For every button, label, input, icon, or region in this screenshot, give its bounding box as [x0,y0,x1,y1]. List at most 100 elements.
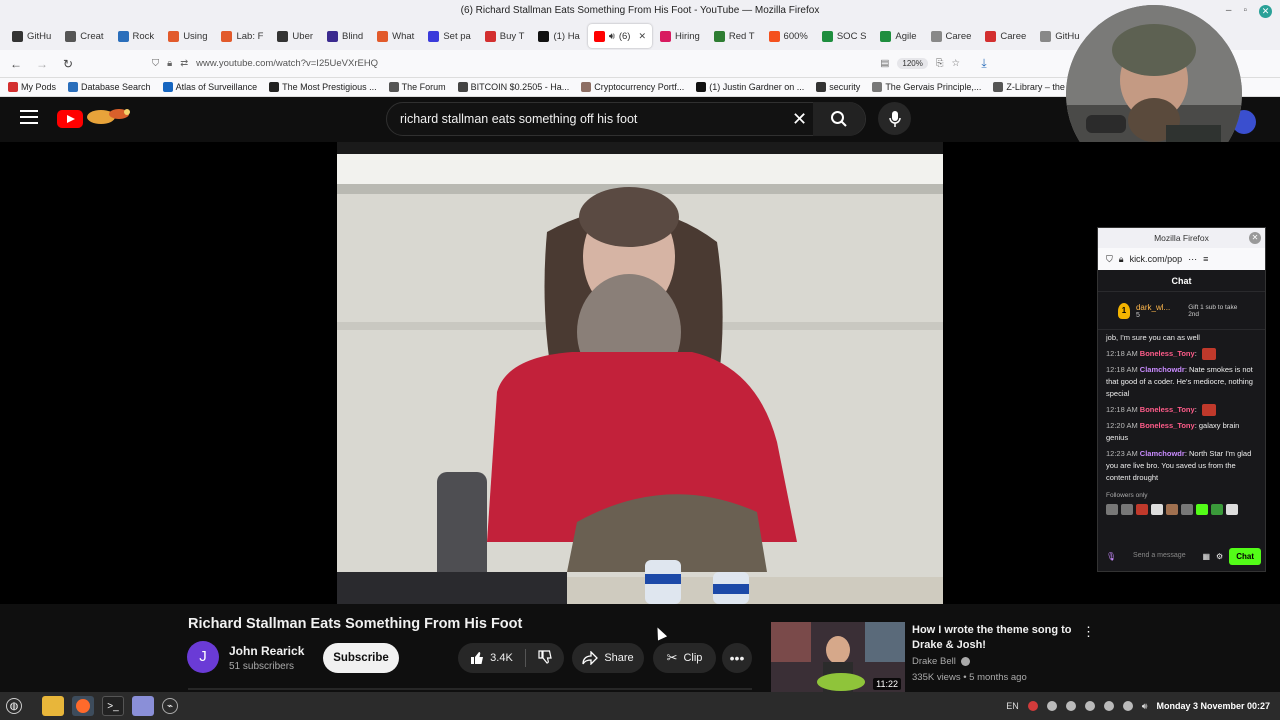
forward-icon[interactable]: → [34,57,50,71]
recommended-video-title[interactable]: How I wrote the theme song to Drake & Jo… [912,623,1082,653]
browser-tab[interactable]: Rock [112,24,161,48]
emote-icon[interactable] [1136,504,1148,516]
channel-name[interactable]: John Rearick [229,644,304,658]
reader-view-icon[interactable]: ▤ [880,58,889,69]
downloads-icon[interactable]: ⤓ [976,56,992,71]
close-button[interactable]: ✕ [1259,4,1272,18]
translate-icon[interactable]: ⎘ [936,58,944,69]
bookmark-item[interactable]: Cryptocurrency Portf... [581,82,684,92]
shield-tray-icon[interactable] [1065,701,1076,711]
share-button[interactable]: Share [572,643,644,673]
browser-tab[interactable]: GitHu [1034,24,1085,48]
gift-note[interactable]: Gift 1 sub to take 2nd [1188,304,1245,318]
bookmark-item[interactable]: Atlas of Surveillance [162,82,257,92]
terminal-icon[interactable]: >_ [102,696,124,716]
browser-tab[interactable]: 600% [763,24,814,48]
browser-tab[interactable]: Caree [925,24,978,48]
popup-close-button[interactable]: ✕ [1249,232,1261,244]
maximize-button[interactable]: ▫ [1243,0,1247,22]
message-username[interactable]: Boneless_Tony [1140,405,1195,414]
bookmark-item[interactable]: security [816,82,860,92]
tab-audio-icon[interactable]: 🔊︎ [609,31,615,42]
browser-tab[interactable]: Hiring [654,24,706,48]
message-username[interactable]: Boneless_Tony [1140,421,1195,430]
permissions-icon[interactable]: ⇄ [180,58,188,69]
emote-icon[interactable] [1121,504,1133,516]
more-icon[interactable]: ⋯ [1188,254,1197,265]
search-input[interactable]: richard stallman eats something off his … [400,112,637,126]
keyboard-layout[interactable]: EN [1006,701,1019,711]
browser-tab[interactable]: Uber [271,24,319,48]
emote-icon[interactable] [1181,504,1193,516]
close-tab-icon[interactable]: ✕ [638,31,646,42]
bookmark-item[interactable]: BITCOIN $0.2505 - Ha... [457,82,569,92]
search-button[interactable] [813,102,865,136]
subscribe-button[interactable]: Subscribe [323,643,399,673]
shield-icon[interactable]: ⛉ [1106,254,1113,265]
video-player[interactable] [0,142,1280,604]
lock-icon[interactable]: 🔒︎ [1119,254,1124,265]
gifter-name[interactable]: dark_wl... [1136,303,1170,312]
browser-tab[interactable]: (1) Ha [532,24,585,48]
bookmark-item[interactable]: My Pods [8,82,56,92]
browser-tab[interactable]: Blind [321,24,369,48]
settings-icon[interactable]: ⚙ [1216,552,1223,561]
chat-input[interactable]: Send a message [1122,552,1196,560]
shield-icon[interactable]: ⛉ [152,58,159,69]
browser-tab[interactable]: 🔊︎ (6) ✕ [587,24,653,48]
tray-app-icon[interactable] [1027,701,1038,711]
browser-tab[interactable]: Lab: F [215,24,269,48]
browser-tab[interactable]: What [371,24,420,48]
emote-icon[interactable] [1226,504,1238,516]
clip-button[interactable]: ✂ Clip [653,643,716,673]
emote-icon[interactable] [1106,504,1118,516]
bookmark-item[interactable]: Database Search [68,82,151,92]
message-username[interactable]: Clamchowdr [1140,365,1185,374]
channel-avatar[interactable]: J [187,641,219,673]
firefox-icon[interactable] [72,696,94,716]
emote-picker-icon[interactable]: 🎙︎ [1106,552,1116,561]
emote-icon[interactable] [1151,504,1163,516]
menu-icon[interactable] [20,110,38,124]
chat-send-button[interactable]: Chat [1229,547,1261,565]
zoom-level[interactable]: 120% [897,58,928,69]
bookmark-item[interactable]: The Gervais Principle,... [872,82,981,92]
tray-app-icon[interactable] [1084,701,1095,711]
browser-tab[interactable]: Agile [874,24,922,48]
url-text[interactable]: www.youtube.com/watch?v=I25UeVXrEHQ [196,58,872,69]
bookmark-item[interactable]: The Forum [388,82,446,92]
popup-url-bar[interactable]: ⛉ 🔒︎ kick.com/pop ⋯ ≡ [1098,248,1265,270]
emote-icon[interactable] [1196,504,1208,516]
bookmark-item[interactable]: The Most Prestigious ... [269,82,377,92]
message-username[interactable]: Clamchowdr [1140,449,1185,458]
file-manager-icon[interactable] [42,696,64,716]
reload-icon[interactable]: ↻ [60,57,76,71]
popup-url[interactable]: kick.com/pop [1130,254,1183,264]
app-icon[interactable]: ⌁ [162,698,178,714]
message-username[interactable]: Boneless_Tony [1140,349,1195,358]
tray-app-icon[interactable] [1046,701,1057,711]
volume-icon[interactable]: 🔊︎ [1142,701,1148,712]
dislike-button[interactable] [538,649,552,667]
recommended-video-thumbnail[interactable]: 11:22 [771,622,905,692]
recommended-menu-icon[interactable]: ⋮ [1082,624,1095,640]
browser-tab[interactable]: Red T [708,24,761,48]
start-menu-icon[interactable]: ◍ [6,698,22,714]
emote-icon[interactable] [1211,504,1223,516]
lock-icon[interactable]: 🔒︎ [167,58,172,69]
url-bar[interactable]: ⛉ 🔒︎ ⇄ www.youtube.com/watch?v=I25UeVXrE… [146,53,966,75]
recommended-channel[interactable]: Drake Bell [912,656,971,667]
browser-tab[interactable]: Caree [979,24,1032,48]
minimize-button[interactable]: – [1226,0,1232,22]
text-editor-icon[interactable] [132,696,154,716]
back-icon[interactable]: ← [8,57,24,71]
recommended-channel-name[interactable]: Drake Bell [912,656,956,667]
emote-icon[interactable] [1166,504,1178,516]
clock[interactable]: Monday 3 November 00:27 [1156,701,1270,711]
youtube-logo[interactable] [57,110,83,128]
clear-search-icon[interactable]: ✕ [792,109,807,130]
browser-tab[interactable]: Using [162,24,213,48]
youtube-doodle-icon[interactable] [83,105,135,129]
voice-search-button[interactable] [878,102,911,135]
browser-tab[interactable]: GitHu [6,24,57,48]
